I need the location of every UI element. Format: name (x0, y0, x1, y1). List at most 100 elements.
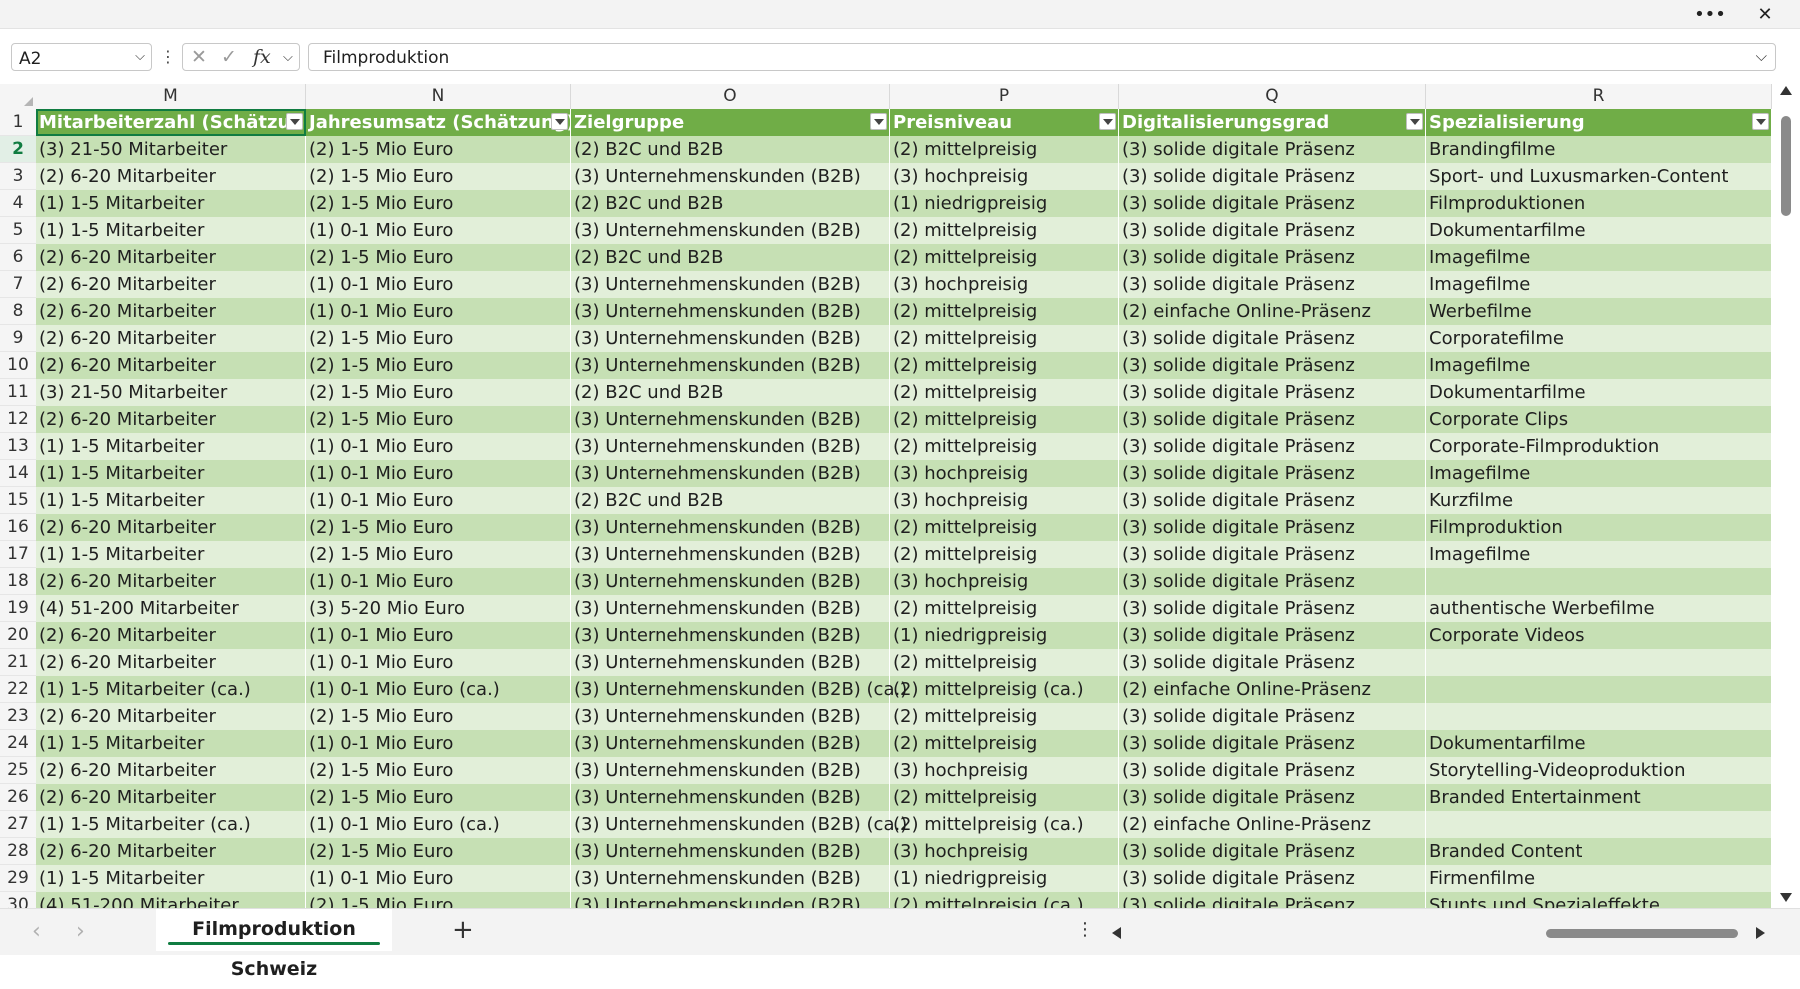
row-header[interactable]: 13 (0, 433, 36, 460)
table-cell[interactable]: (3) Unternehmenskunden (B2B) (571, 703, 890, 730)
sheet-tab-filmproduktion-schweiz[interactable]: Filmproduktion Schweiz (156, 909, 392, 980)
table-cell[interactable]: (3) Unternehmenskunden (B2B) (571, 865, 890, 892)
table-cell[interactable]: (1) 0-1 Mio Euro (306, 622, 571, 649)
table-cell[interactable]: (3) hochpreisig (890, 271, 1119, 298)
table-cell[interactable]: (2) mittelpreisig (890, 433, 1119, 460)
row-header[interactable]: 14 (0, 460, 36, 487)
column-header-r[interactable]: R (1426, 84, 1772, 109)
table-cell[interactable]: (3) Unternehmenskunden (B2B) (571, 541, 890, 568)
table-cell[interactable]: (3) solide digitale Präsenz (1119, 244, 1426, 271)
table-cell[interactable]: (2) mittelpreisig (890, 595, 1119, 622)
enter-icon[interactable]: ✓ (221, 46, 237, 68)
table-cell[interactable]: (2) einfache Online-Präsenz (1119, 298, 1426, 325)
table-cell[interactable]: (3) Unternehmenskunden (B2B) (571, 622, 890, 649)
table-cell[interactable]: Branded Entertainment (1426, 784, 1772, 811)
table-cell[interactable]: (2) 6-20 Mitarbeiter (36, 703, 306, 730)
table-cell[interactable]: Corporate Clips (1426, 406, 1772, 433)
table-cell[interactable]: (2) 1-5 Mio Euro (306, 514, 571, 541)
table-cell[interactable]: Werbefilme (1426, 298, 1772, 325)
table-cell[interactable]: (3) hochpreisig (890, 757, 1119, 784)
row-header[interactable]: 6 (0, 244, 36, 271)
scroll-right-icon[interactable] (1756, 927, 1765, 939)
table-cell[interactable]: (2) 1-5 Mio Euro (306, 244, 571, 271)
column-title-cell[interactable]: Jahresumsatz (Schätzung) (306, 109, 571, 136)
table-cell[interactable]: (3) Unternehmenskunden (B2B) (571, 784, 890, 811)
table-cell[interactable]: (2) B2C und B2B (571, 190, 890, 217)
table-cell[interactable] (1426, 568, 1772, 595)
table-cell[interactable]: (3) Unternehmenskunden (B2B) (571, 163, 890, 190)
table-cell[interactable]: (3) Unternehmenskunden (B2B) (ca.) (571, 811, 907, 838)
table-cell[interactable]: (2) mittelpreisig (890, 379, 1119, 406)
table-cell[interactable]: (3) Unternehmenskunden (B2B) (571, 352, 890, 379)
table-cell[interactable]: Firmenfilme (1426, 865, 1772, 892)
table-cell[interactable]: (3) solide digitale Präsenz (1119, 541, 1426, 568)
table-cell[interactable]: (2) B2C und B2B (571, 487, 890, 514)
table-cell[interactable]: Imagefilme (1426, 460, 1772, 487)
row-header[interactable]: 26 (0, 784, 36, 811)
table-cell[interactable]: (2) B2C und B2B (571, 244, 890, 271)
table-cell[interactable]: (3) solide digitale Präsenz (1119, 325, 1426, 352)
table-cell[interactable]: (3) Unternehmenskunden (B2B) (ca.) (571, 676, 907, 703)
table-cell[interactable]: (3) solide digitale Präsenz (1119, 379, 1426, 406)
filter-dropdown-icon[interactable] (870, 113, 887, 130)
table-cell[interactable]: (2) mittelpreisig (890, 649, 1119, 676)
table-cell[interactable]: (2) 6-20 Mitarbeiter (36, 163, 306, 190)
table-cell[interactable]: (3) hochpreisig (890, 460, 1119, 487)
table-cell[interactable]: (2) 1-5 Mio Euro (306, 784, 571, 811)
filter-dropdown-icon[interactable] (286, 113, 303, 130)
table-cell[interactable]: (2) mittelpreisig (890, 514, 1119, 541)
column-title-cell[interactable]: Spezialisierung (1426, 109, 1772, 136)
table-cell[interactable]: (3) solide digitale Präsenz (1119, 757, 1426, 784)
table-cell[interactable]: (3) Unternehmenskunden (B2B) (571, 298, 890, 325)
table-cell[interactable]: (1) 0-1 Mio Euro (ca.) (306, 811, 571, 838)
table-cell[interactable]: Dokumentarfilme (1426, 730, 1772, 757)
table-cell[interactable]: (2) mittelpreisig (890, 298, 1119, 325)
table-cell[interactable]: Imagefilme (1426, 541, 1772, 568)
row-header[interactable]: 18 (0, 568, 36, 595)
table-cell[interactable]: (2) 1-5 Mio Euro (306, 838, 571, 865)
column-header-m[interactable]: M (36, 84, 306, 109)
table-cell[interactable]: (2) 6-20 Mitarbeiter (36, 784, 306, 811)
table-cell[interactable]: Filmproduktionen (1426, 190, 1772, 217)
table-cell[interactable]: Stunts und Spezialeffekte (1426, 892, 1772, 908)
table-cell[interactable]: (3) solide digitale Präsenz (1119, 136, 1426, 163)
table-cell[interactable]: (2) 1-5 Mio Euro (306, 136, 571, 163)
table-cell[interactable]: (2) 6-20 Mitarbeiter (36, 568, 306, 595)
table-cell[interactable]: (3) solide digitale Präsenz (1119, 487, 1426, 514)
table-cell[interactable]: (2) 6-20 Mitarbeiter (36, 622, 306, 649)
table-cell[interactable]: (1) niedrigpreisig (890, 190, 1119, 217)
table-cell[interactable]: (3) solide digitale Präsenz (1119, 217, 1426, 244)
row-header[interactable]: 25 (0, 757, 36, 784)
table-cell[interactable]: (2) 6-20 Mitarbeiter (36, 514, 306, 541)
row-header[interactable]: 4 (0, 190, 36, 217)
table-cell[interactable]: (2) mittelpreisig (890, 406, 1119, 433)
select-all-corner[interactable] (0, 84, 36, 109)
vertical-scroll-thumb[interactable] (1781, 116, 1791, 216)
column-header-n[interactable]: N (306, 84, 571, 109)
table-cell[interactable]: (3) solide digitale Präsenz (1119, 649, 1426, 676)
table-cell[interactable]: (2) mittelpreisig (890, 541, 1119, 568)
scroll-down-icon[interactable] (1780, 893, 1792, 902)
table-cell[interactable]: (2) mittelpreisig (890, 730, 1119, 757)
table-cell[interactable]: (3) solide digitale Präsenz (1119, 838, 1426, 865)
row-header[interactable]: 22 (0, 676, 36, 703)
table-cell[interactable]: Imagefilme (1426, 271, 1772, 298)
row-header[interactable]: 16 (0, 514, 36, 541)
row-header[interactable]: 11 (0, 379, 36, 406)
table-cell[interactable]: (2) 6-20 Mitarbeiter (36, 271, 306, 298)
table-cell[interactable]: (3) solide digitale Präsenz (1119, 514, 1426, 541)
table-cell[interactable]: (1) 0-1 Mio Euro (306, 730, 571, 757)
row-header[interactable]: 30 (0, 892, 36, 908)
row-header[interactable]: 12 (0, 406, 36, 433)
table-cell[interactable]: (3) Unternehmenskunden (B2B) (571, 595, 890, 622)
table-cell[interactable]: (1) 1-5 Mitarbeiter (36, 541, 306, 568)
table-cell[interactable]: (3) solide digitale Präsenz (1119, 622, 1426, 649)
table-cell[interactable]: Dokumentarfilme (1426, 217, 1772, 244)
table-cell[interactable]: (2) mittelpreisig (890, 244, 1119, 271)
row-header[interactable]: 24 (0, 730, 36, 757)
table-cell[interactable]: (1) 0-1 Mio Euro (306, 433, 571, 460)
table-cell[interactable]: (2) 1-5 Mio Euro (306, 406, 571, 433)
table-cell[interactable]: (1) 1-5 Mitarbeiter (36, 730, 306, 757)
table-cell[interactable]: (3) Unternehmenskunden (B2B) (571, 892, 890, 908)
sheet-options-icon[interactable]: ⋮ (1076, 919, 1094, 940)
